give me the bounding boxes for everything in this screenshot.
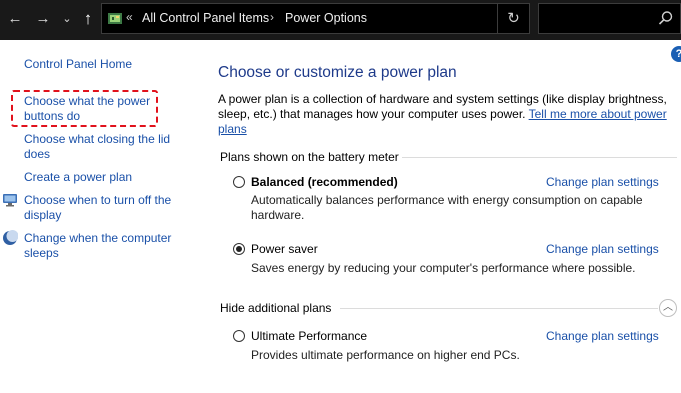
sidebar-item-label: buttons do — [24, 109, 81, 123]
plan-description-power-saver: Saves energy by reducing your computer's… — [251, 261, 636, 275]
moon-icon — [3, 230, 18, 245]
group-divider — [340, 308, 658, 309]
intro-paragraph: A power plan is a collection of hardware… — [218, 92, 668, 137]
sidebar-item-label: display — [24, 208, 62, 222]
up-arrow-icon[interactable]: ↑ — [79, 9, 97, 29]
back-arrow-icon[interactable]: ← — [6, 9, 24, 29]
plan-name-balanced[interactable]: Balanced (recommended) — [251, 175, 398, 189]
hide-additional-plans-label[interactable]: Hide additional plans — [220, 301, 331, 315]
sidebar-item-turn-off-display[interactable]: Choose when to turn off the display — [24, 193, 171, 223]
explorer-toolbar: ← → ⌄ ↑ « All Control Panel Items › Powe… — [0, 0, 681, 40]
forward-arrow-icon[interactable]: → — [34, 9, 52, 29]
change-plan-settings-balanced-link[interactable]: Change plan settings — [546, 175, 659, 189]
recent-locations-chevron-icon[interactable]: ⌄ — [58, 9, 76, 29]
sidebar-item-label: Change when the computer — [24, 231, 172, 245]
address-bar[interactable]: « All Control Panel Items › Power Option… — [101, 3, 530, 34]
ultimate-performance-radio[interactable] — [233, 330, 245, 342]
battery-meter-group-label: Plans shown on the battery meter — [220, 150, 399, 164]
sidebar-item-create-power-plan[interactable]: Create a power plan — [24, 170, 132, 185]
change-plan-settings-ultimate-link[interactable]: Change plan settings — [546, 329, 659, 343]
breadcrumb-overflow-icon[interactable]: « — [126, 10, 133, 24]
control-panel-icon — [108, 13, 122, 24]
breadcrumb-separator-icon[interactable]: › — [270, 10, 274, 24]
sidebar-item-label: sleeps — [24, 246, 59, 260]
page-title: Choose or customize a power plan — [218, 64, 457, 81]
change-plan-settings-power-saver-link[interactable]: Change plan settings — [546, 242, 659, 256]
sidebar-item-control-panel-home[interactable]: Control Panel Home — [24, 57, 132, 72]
search-input[interactable] — [538, 3, 681, 34]
sidebar-item-label: does — [24, 147, 51, 161]
balanced-radio[interactable] — [233, 176, 245, 188]
sidebar-item-label: Choose what the power — [24, 94, 151, 108]
sidebar-item-label: Choose when to turn off the — [24, 193, 172, 207]
search-icon[interactable] — [658, 10, 674, 26]
plan-name-ultimate-performance[interactable]: Ultimate Performance — [251, 329, 367, 343]
sidebar-item-label: Choose what closing the lid — [24, 132, 171, 146]
collapse-chevron-up-icon[interactable]: ︿ — [659, 299, 677, 317]
monitor-icon — [3, 194, 17, 207]
breadcrumb-power-options[interactable]: Power Options — [285, 11, 367, 25]
help-icon[interactable]: ? — [671, 46, 681, 62]
sidebar-item-power-buttons[interactable]: Choose what the power buttons do — [24, 94, 150, 124]
refresh-icon[interactable]: ↻ — [497, 4, 529, 33]
plan-description-balanced: Automatically balances performance with … — [251, 193, 643, 222]
group-divider — [402, 157, 677, 158]
plan-description-ultimate-performance: Provides ultimate performance on higher … — [251, 348, 520, 362]
breadcrumb-all-control-panel-items[interactable]: All Control Panel Items — [142, 11, 269, 25]
sidebar-item-closing-lid[interactable]: Choose what closing the lid does — [24, 132, 170, 162]
power-saver-radio[interactable] — [233, 243, 245, 255]
plan-name-power-saver[interactable]: Power saver — [251, 242, 318, 256]
sidebar-item-computer-sleeps[interactable]: Change when the computer sleeps — [24, 231, 171, 261]
